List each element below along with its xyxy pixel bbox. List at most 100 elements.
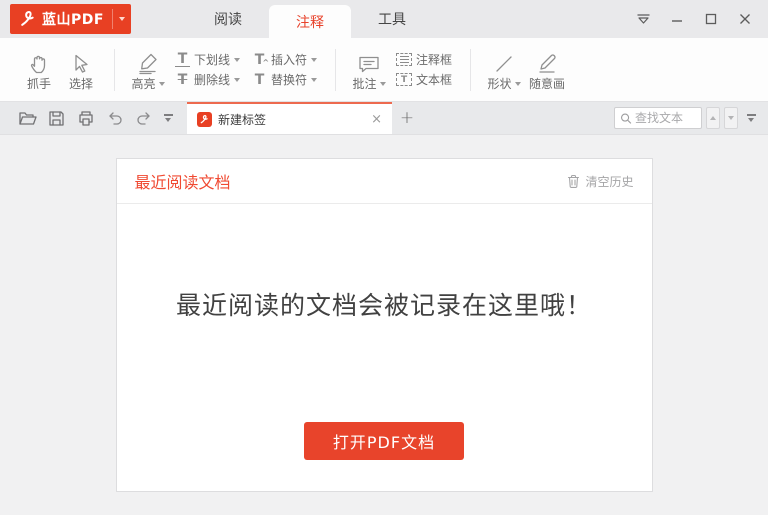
shape-line-icon	[492, 48, 516, 76]
app-window: 蓝山PDF 阅读 注释 工具 抓手 选择 高亮 T 下划线 T 删除线 T ^ …	[0, 0, 768, 515]
toolbar-more-button[interactable]	[159, 107, 177, 129]
chevron-down-icon	[158, 81, 165, 86]
main-content: 最近阅读文档 清空历史 最近阅读的文档会被记录在这里哦！ 打开PDF文档	[0, 134, 768, 515]
app-logo-icon	[21, 11, 34, 26]
trash-icon	[568, 174, 580, 188]
underline-tool-button[interactable]: T 下划线	[175, 52, 241, 68]
caret-insert-icon: T ^	[254, 51, 270, 68]
replace-icon: T	[254, 71, 265, 88]
panel-body: 最近阅读的文档会被记录在这里哦！ 打开PDF文档	[117, 204, 652, 491]
tab-tools[interactable]: 工具	[351, 0, 433, 38]
app-logo-label: 蓝山PDF	[42, 12, 104, 28]
document-tabbar: 新建标签 × +	[0, 102, 768, 134]
minimize-icon	[672, 20, 682, 22]
ribbon-separator	[335, 48, 337, 91]
ribbon-separator	[114, 48, 115, 91]
select-tool-label: 选择	[68, 76, 93, 91]
strikethrough-label: 删除线	[194, 72, 231, 87]
maximize-icon	[705, 13, 717, 25]
undo-button[interactable]	[101, 105, 128, 131]
shape-tool-button[interactable]: 形状	[483, 48, 525, 92]
search-input[interactable]	[635, 111, 697, 125]
caret-insert-label: 插入符	[271, 52, 308, 67]
redo-icon	[136, 111, 150, 125]
save-button[interactable]	[43, 105, 70, 131]
chevron-down-icon	[514, 81, 521, 86]
open-file-button[interactable]	[14, 105, 41, 131]
cursor-icon	[70, 48, 92, 76]
document-tab-new[interactable]: 新建标签 ×	[187, 102, 392, 134]
underline-icon: T	[175, 52, 190, 67]
highlight-tool-label: 高亮	[131, 76, 156, 91]
arrow-down-icon	[728, 116, 734, 120]
collapse-ribbon-button[interactable]	[626, 4, 660, 34]
search-box[interactable]	[614, 107, 702, 129]
open-pdf-button[interactable]: 打开PDF文档	[304, 422, 464, 460]
more-line-icon	[746, 114, 756, 116]
find-text-area	[614, 102, 768, 134]
tab-annotate[interactable]: 注释	[268, 5, 351, 38]
pencil-icon	[534, 48, 560, 76]
hand-tool-button[interactable]: 抓手	[18, 48, 60, 92]
chevron-down-icon	[379, 81, 386, 86]
chevron-down-icon	[234, 77, 241, 82]
panel-header: 最近阅读文档 清空历史	[116, 159, 652, 204]
strikethrough-icon: T	[177, 71, 188, 88]
collapse-ribbon-icon	[636, 14, 650, 24]
tab-read[interactable]: 阅读	[187, 0, 269, 38]
replace-tool-button[interactable]: T 替换符	[252, 71, 318, 88]
strikethrough-tool-button[interactable]: T 删除线	[175, 71, 241, 88]
highlight-tool-button[interactable]: 高亮	[127, 48, 169, 92]
undo-icon	[108, 111, 122, 125]
search-options-button[interactable]	[742, 107, 760, 129]
app-menu-button[interactable]: 蓝山PDF	[10, 4, 131, 34]
panel-title: 最近阅读文档	[134, 173, 231, 192]
insert-replace-group: T ^ 插入符 T 替换符	[252, 51, 318, 88]
hand-tool-label: 抓手	[26, 76, 51, 91]
clear-history-label: 清空历史	[585, 174, 634, 189]
find-previous-button[interactable]	[706, 107, 720, 129]
tab-close-icon[interactable]: ×	[369, 113, 384, 126]
note-box-icon	[396, 53, 413, 66]
close-icon	[740, 14, 750, 24]
search-icon	[621, 113, 632, 124]
text-box-icon: T	[396, 73, 413, 86]
text-box-label: 文本框	[416, 72, 453, 87]
note-box-tool-button[interactable]: 注释框	[396, 52, 452, 68]
comment-tool-button[interactable]: 批注	[348, 48, 390, 92]
note-box-label: 注释框	[416, 52, 453, 67]
window-controls	[626, 0, 768, 38]
freedraw-tool-button[interactable]: 随意画	[525, 48, 569, 92]
annotate-ribbon: 抓手 选择 高亮 T 下划线 T 删除线 T ^ 插入符 T 替换符 批注 注释…	[0, 38, 768, 102]
underline-label: 下划线	[194, 52, 231, 67]
caret-insert-tool-button[interactable]: T ^ 插入符	[252, 51, 318, 68]
printer-icon	[78, 110, 93, 126]
replace-label: 替换符	[271, 72, 308, 87]
redo-button[interactable]	[130, 105, 157, 131]
highlighter-icon	[135, 48, 161, 76]
titlebar-spacer	[433, 0, 626, 38]
find-next-button[interactable]	[724, 107, 738, 129]
chevron-down-icon	[165, 117, 171, 122]
save-icon	[49, 110, 64, 126]
minimize-button[interactable]	[660, 4, 694, 34]
box-annotation-group: 注释框 T 文本框	[396, 52, 452, 88]
shape-tool-label: 形状	[487, 76, 512, 91]
new-tab-button[interactable]: +	[392, 102, 422, 134]
chevron-down-icon	[748, 117, 754, 122]
chevron-down-icon	[234, 57, 241, 62]
titlebar: 蓝山PDF 阅读 注释 工具	[0, 0, 768, 38]
print-button[interactable]	[72, 105, 99, 131]
clear-history-button[interactable]: 清空历史	[567, 173, 634, 190]
chevron-down-icon	[311, 57, 318, 62]
arrow-up-icon	[710, 116, 716, 120]
pdf-tab-logo-icon	[197, 111, 212, 127]
recent-documents-panel: 最近阅读文档 清空历史 最近阅读的文档会被记录在这里哦！ 打开PDF文档	[115, 158, 653, 492]
select-tool-button[interactable]: 选择	[60, 48, 102, 92]
freedraw-tool-label: 随意画	[529, 76, 566, 91]
hand-icon	[27, 48, 51, 76]
close-button[interactable]	[728, 4, 762, 34]
maximize-button[interactable]	[694, 4, 728, 34]
comment-tool-label: 批注	[352, 76, 377, 91]
text-box-tool-button[interactable]: T 文本框	[396, 72, 452, 88]
